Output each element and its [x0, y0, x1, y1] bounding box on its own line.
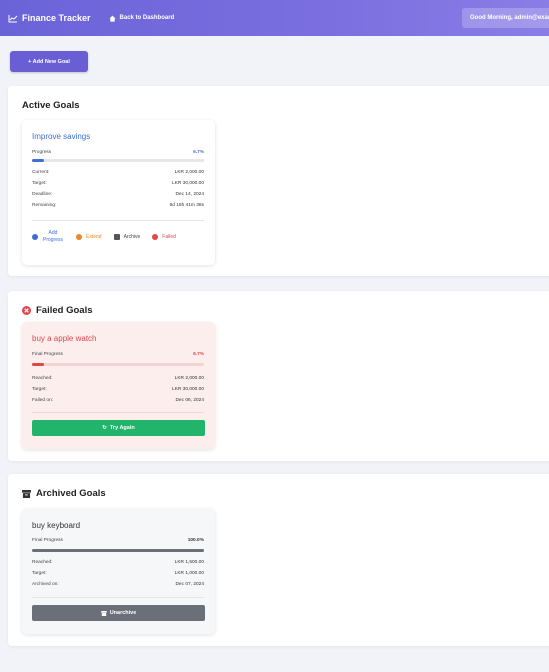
archive-label: Archive — [123, 233, 141, 240]
archive-icon — [113, 233, 120, 240]
progress-label: Progress — [32, 150, 52, 155]
section-title-active: Active Goals — [22, 100, 80, 111]
progress-label: Final Progress — [32, 538, 63, 543]
archived-on-row: Archived on: Dec 07, 2024 — [32, 582, 204, 587]
goal-name: buy keyboard — [32, 521, 81, 530]
reached-row: Reached: LKR 1,500.00 — [32, 560, 204, 565]
reached-label: Reached: — [32, 376, 53, 381]
progress-bar-fill — [32, 549, 204, 552]
try-again-label: Try Again — [109, 425, 135, 431]
section-title-failed: Failed Goals — [22, 305, 93, 316]
add-progress-label: Add Progress — [42, 230, 63, 243]
reached-label: Reached: — [32, 560, 53, 565]
current-row: Current: LKR 2,000.00 — [32, 170, 204, 175]
goal-name: Improve savings — [32, 132, 91, 141]
user-greeting[interactable]: Good Morning, admin@example.com — [462, 8, 549, 28]
progress-bar-fill — [32, 159, 44, 162]
remaining-row: Remaining: 6d 18h 41m 38s — [32, 203, 204, 208]
progress-row: Final Progress 6.7% — [32, 352, 204, 357]
active-goals-section: Active Goals Improve savings Progress 6.… — [8, 86, 549, 276]
progress-percent: 6.7% — [193, 150, 204, 155]
extend-button[interactable]: Extend — [76, 233, 102, 240]
section-title-archived: Archived Goals — [22, 488, 106, 499]
reached-value: LKR 2,000.00 — [174, 376, 204, 381]
back-to-dashboard-link[interactable]: Back to Dashboard — [108, 15, 175, 22]
remaining-label: Remaining: — [32, 203, 57, 208]
section-title-failed-text: Failed Goals — [36, 305, 93, 316]
failed-on-value: Dec 06, 2024 — [175, 398, 204, 403]
archived-on-value: Dec 07, 2024 — [175, 582, 204, 587]
add-progress-button[interactable]: Add Progress — [32, 230, 64, 243]
target-value: LKR 30,000.00 — [171, 181, 204, 186]
progress-bar — [32, 549, 204, 552]
progress-bar-fill — [32, 363, 44, 366]
failed-on-label: Failed on: — [32, 398, 54, 403]
progress-label: Final Progress — [32, 352, 63, 357]
deadline-label: Deadline: — [32, 192, 53, 197]
current-label: Current: — [32, 170, 50, 175]
target-row: Target: LKR 30,000.00 — [32, 387, 204, 392]
section-title-archived-text: Archived Goals — [36, 488, 106, 499]
divider — [32, 412, 204, 413]
unarchive-button[interactable]: Unarchive — [32, 605, 205, 621]
progress-bar — [32, 363, 204, 366]
failed-button[interactable]: Failed — [152, 233, 176, 240]
goal-name: buy a apple watch — [32, 334, 97, 343]
failed-on-row: Failed on: Dec 06, 2024 — [32, 398, 204, 403]
brand-name: Finance Tracker — [22, 13, 91, 23]
remaining-value: 6d 18h 41m 38s — [169, 203, 204, 208]
target-label: Target: — [32, 181, 47, 186]
failed-goals-section: Failed Goals buy a apple watch Final Pro… — [8, 291, 549, 461]
progress-bar — [32, 159, 204, 162]
chart-line-icon — [8, 14, 18, 22]
archive-button[interactable]: Archive — [113, 233, 141, 240]
deadline-row: Deadline: Dec 14, 2024 — [32, 192, 204, 197]
divider — [32, 597, 204, 598]
back-label: Back to Dashboard — [119, 15, 175, 21]
add-new-goal-button[interactable]: + Add New Goal — [10, 51, 88, 72]
top-navbar: Finance Tracker Back to Dashboard Good M… — [0, 0, 549, 36]
archived-on-label: Archived on: — [32, 582, 59, 587]
x-circle-icon — [152, 233, 159, 240]
divider — [32, 220, 204, 221]
target-row: Target: LKR 30,000.00 — [32, 181, 204, 186]
target-row: Target: LKR 1,000.00 — [32, 571, 204, 576]
progress-percent: 6.7% — [193, 352, 204, 357]
brand[interactable]: Finance Tracker — [8, 13, 91, 23]
redo-icon: ↻ — [102, 425, 107, 431]
plus-circle-icon — [32, 233, 38, 240]
extend-label: Extend — [86, 233, 102, 240]
target-label: Target: — [32, 387, 47, 392]
progress-percent: 100.0% — [187, 538, 204, 543]
home-icon — [108, 15, 116, 22]
goal-card-active: Improve savings Progress 6.7% Current: L… — [22, 120, 215, 265]
archived-goals-section: Archived Goals buy keyboard Final Progre… — [8, 474, 549, 646]
goal-actions: Add Progress Extend Archive Failed — [32, 230, 212, 243]
x-circle-icon — [22, 306, 31, 315]
goal-card-archived: buy keyboard Final Progress 100.0% Reach… — [22, 509, 215, 634]
clock-icon — [76, 233, 82, 240]
deadline-value: Dec 14, 2024 — [175, 192, 204, 197]
target-label: Target: — [32, 571, 47, 576]
failed-label: Failed — [162, 233, 176, 240]
current-value: LKR 2,000.00 — [174, 170, 204, 175]
try-again-button[interactable]: ↻ Try Again — [32, 420, 205, 436]
archive-box-icon — [22, 489, 31, 498]
target-value: LKR 1,000.00 — [174, 571, 204, 576]
unarchive-label: Unarchive — [109, 610, 137, 616]
reached-row: Reached: LKR 2,000.00 — [32, 376, 204, 381]
progress-row: Progress 6.7% — [32, 150, 204, 155]
target-value: LKR 30,000.00 — [171, 387, 204, 392]
reached-value: LKR 1,500.00 — [174, 560, 204, 565]
progress-row: Final Progress 100.0% — [32, 538, 204, 543]
archive-box-icon — [100, 610, 107, 616]
goal-card-failed: buy a apple watch Final Progress 6.7% Re… — [22, 322, 215, 449]
